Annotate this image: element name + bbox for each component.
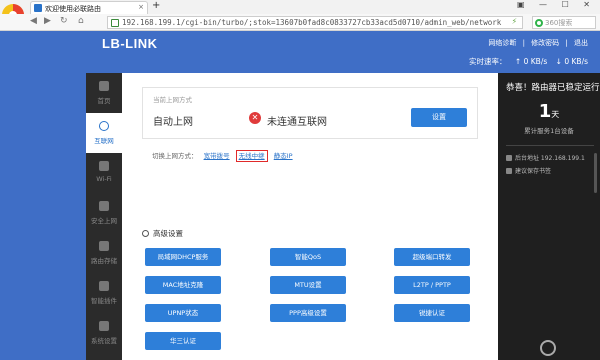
static-ip-link[interactable]: 静态IP — [274, 152, 293, 160]
url-input[interactable]: 192.168.199.1/cgi-bin/turbo/;stok=13607b… — [107, 16, 523, 29]
window-controls[interactable]: ▣ — ☐ ✕ — [517, 0, 596, 9]
brand-logo: LB-LINK — [102, 36, 158, 51]
sidebar-item-system[interactable]: 系统设置 — [86, 313, 122, 353]
wan-connection-status: 未连通互联网 — [267, 117, 327, 128]
bookmark-icon — [506, 168, 512, 174]
monitor-icon — [99, 81, 109, 91]
speed-mode-icon[interactable]: ⚡ — [512, 17, 517, 27]
home-icon[interactable]: ⌂ — [78, 16, 84, 26]
advanced-settings-title: 高级设置 — [142, 228, 183, 239]
url-text: 192.168.199.1/cgi-bin/turbo/;stok=13607b… — [122, 18, 502, 27]
search-placeholder: 360搜索 — [545, 19, 573, 27]
wifi-icon — [99, 161, 109, 171]
gear-icon — [142, 230, 149, 237]
link-divider: | — [565, 39, 568, 47]
header-links: 网络诊断 | 修改密码 | 退出 — [484, 38, 588, 48]
dhcp-service-button[interactable]: 局域网DHCP服务 — [145, 248, 221, 266]
wan-mode: 自动上网 — [153, 117, 193, 128]
scrollbar[interactable] — [594, 153, 597, 193]
wan-settings-button[interactable]: 设置 — [411, 108, 467, 127]
sidebar-item-plugins[interactable]: 智能插件 — [86, 273, 122, 313]
upload-speed: 0 KB/s — [523, 57, 548, 66]
monitor-icon — [506, 155, 512, 161]
wan-switch-row: 切换上网方式： 宽带拨号 无线中继 静态IP — [152, 150, 293, 162]
download-arrow-icon: ↓ — [555, 57, 562, 66]
sidebar-item-storage[interactable]: 路由存储 — [86, 233, 122, 273]
change-password-link[interactable]: 修改密码 — [531, 39, 559, 47]
uptime-title: 恭喜！路由器已稳定运行 — [506, 83, 600, 93]
tab-title: 欢迎使用必联路由 — [45, 5, 101, 13]
lock-icon — [99, 201, 109, 211]
uptime-days: 1天 — [498, 101, 600, 122]
divider — [506, 145, 594, 146]
mac-clone-button[interactable]: MAC地址克隆 — [145, 276, 221, 294]
browser-tab-bar: 欢迎使用必联路由 × + ▣ — ☐ ✕ — [0, 0, 600, 26]
switch-label: 切换上网方式： — [152, 152, 198, 160]
download-speed: 0 KB/s — [564, 57, 588, 66]
sidebar-item-wifi[interactable]: Wi-Fi — [86, 153, 122, 193]
back-icon[interactable]: ◀ — [30, 16, 37, 26]
smart-qos-button[interactable]: 智能QoS — [270, 248, 346, 266]
sidebar-item-home[interactable]: 首页 — [86, 73, 122, 113]
forward-icon[interactable]: ▶ — [44, 16, 51, 26]
sidebar-item-label: 系统设置 — [91, 337, 117, 345]
sidebar-item-label: 首页 — [97, 97, 111, 105]
port-forward-button[interactable]: 超级端口转发 — [394, 248, 470, 266]
l2tp-pptp-button[interactable]: L2TP / PPTP — [394, 276, 470, 294]
h3c-auth-button[interactable]: 华三认证 — [145, 332, 221, 350]
error-icon: ✕ — [249, 112, 261, 124]
address-bar-row: ◀ ▶ ↻ ⌂ 192.168.199.1/cgi-bin/turbo/;sto… — [0, 14, 600, 31]
ruijie-auth-button[interactable]: 锐捷认证 — [394, 304, 470, 322]
sidebar-item-label: 路由存储 — [91, 257, 117, 265]
upload-arrow-icon: ↑ — [514, 57, 522, 66]
upnp-status-button[interactable]: UPNP状态 — [145, 304, 221, 322]
diagnose-link[interactable]: 网络诊断 — [488, 39, 516, 47]
uptime-days-value: 1 — [538, 101, 552, 122]
router-status-panel: 恭喜！路由器已稳定运行 1天 累计服务1台设备 后台地址 192.168.199… — [498, 73, 600, 360]
wireless-repeater-link[interactable]: 无线中继 — [235, 150, 268, 162]
bookmark-tip-text: 建议保存书签 — [515, 168, 552, 175]
wan-caption: 当前上网方式 — [153, 96, 192, 104]
backend-address-text: 后台地址 192.168.199.1 — [515, 155, 585, 162]
sidebar-item-internet[interactable]: 互联网 — [86, 113, 122, 153]
advanced-title-text: 高级设置 — [153, 229, 183, 238]
bookmark-tip: 建议保存书签 — [506, 166, 551, 175]
search-input[interactable]: 360搜索 — [532, 16, 596, 29]
ppp-advanced-button[interactable]: PPP高级设置 — [270, 304, 346, 322]
site-info-icon[interactable] — [111, 19, 119, 27]
served-devices: 累计服务1台设备 — [524, 127, 574, 135]
search-engine-icon — [535, 19, 543, 27]
page-favicon-icon — [34, 4, 42, 12]
uptime-days-unit: 天 — [551, 110, 560, 119]
wrench-icon — [99, 321, 109, 331]
wan-status-card: 当前上网方式 自动上网 ✕ 未连通互联网 设置 — [142, 87, 478, 139]
logout-link[interactable]: 退出 — [574, 39, 588, 47]
backend-address: 后台地址 192.168.199.1 — [506, 153, 585, 162]
sidebar-item-label: 智能插件 — [91, 297, 117, 305]
link-divider: | — [522, 39, 525, 47]
plugin-icon — [99, 281, 109, 291]
globe-icon — [99, 121, 109, 131]
browser-tab[interactable]: 欢迎使用必联路由 × — [30, 1, 148, 14]
sidebar-item-label: 安全上网 — [91, 217, 117, 225]
speed-label: 实时速率： — [469, 57, 507, 66]
pppoe-link[interactable]: 宽带拨号 — [204, 152, 230, 160]
power-icon[interactable] — [540, 340, 556, 356]
sidebar-item-label: 互联网 — [94, 137, 114, 145]
sidebar-item-security[interactable]: 安全上网 — [86, 193, 122, 233]
folder-icon — [99, 241, 109, 251]
main-panel: 当前上网方式 自动上网 ✕ 未连通互联网 设置 切换上网方式： 宽带拨号 无线中… — [122, 73, 498, 360]
sidebar-item-label: Wi-Fi — [96, 175, 112, 183]
tab-close-icon[interactable]: × — [138, 3, 144, 11]
side-nav: 首页 互联网 Wi-Fi 安全上网 路由存储 智能插件 系统设置 — [86, 73, 122, 360]
mtu-settings-button[interactable]: MTU设置 — [270, 276, 346, 294]
new-tab-button[interactable]: + — [152, 0, 160, 11]
refresh-icon[interactable]: ↻ — [60, 16, 68, 26]
realtime-speed: 实时速率： ↑ 0 KB/s ↓ 0 KB/s — [469, 56, 588, 67]
